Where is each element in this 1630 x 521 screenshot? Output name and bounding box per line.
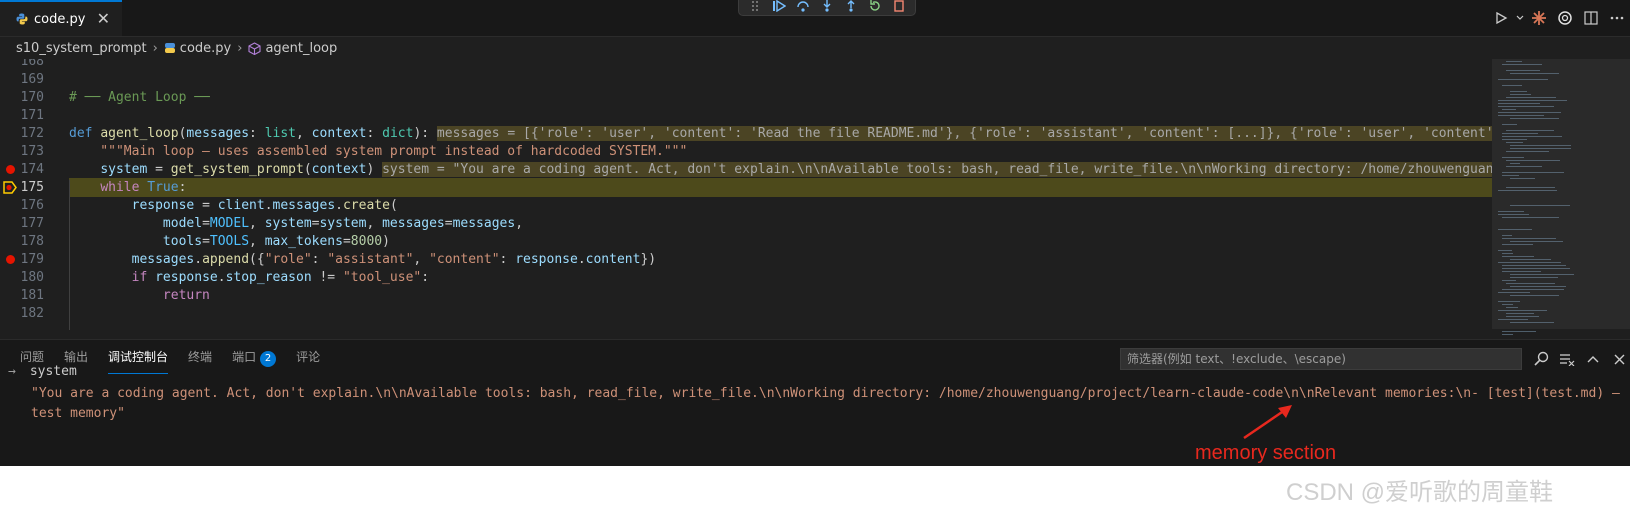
breadcrumb: s10_system_prompt › code.py › agent_loop <box>0 37 1630 59</box>
step-out-icon[interactable] <box>839 0 863 15</box>
code-line-current: 175 while True: <box>0 178 1500 197</box>
close-panel-icon[interactable] <box>1606 348 1630 370</box>
line-number: 173 <box>20 144 44 159</box>
search-icon[interactable] <box>1528 348 1554 370</box>
breadcrumb-folder[interactable]: s10_system_prompt <box>16 41 147 56</box>
code-line: 177 model=MODEL, system=system, messages… <box>0 214 1500 233</box>
line-number: 176 <box>20 198 44 213</box>
debug-toolbar <box>738 0 916 16</box>
minimap-slider[interactable] <box>1492 59 1630 329</box>
stop-icon[interactable] <box>887 0 911 15</box>
line-number: 181 <box>20 288 44 303</box>
restart-icon[interactable] <box>863 0 887 15</box>
ports-count-badge: 2 <box>260 351 277 367</box>
code-line: 176 response = client.messages.create( <box>0 196 1500 215</box>
claude-icon[interactable] <box>1526 6 1552 30</box>
console-expression-row: → system <box>8 364 77 379</box>
console-expression: system <box>29 364 77 379</box>
editor-actions <box>1488 6 1630 30</box>
minimap-line <box>1502 334 1513 335</box>
chevron-right-icon: › <box>237 40 243 56</box>
python-file-icon <box>164 43 175 53</box>
line-number: 172 <box>20 126 44 141</box>
line-number: 182 <box>20 306 44 321</box>
line-number: 175 <box>20 180 44 195</box>
tab-terminal[interactable]: 终端 <box>188 340 212 374</box>
indent-guide <box>69 180 70 330</box>
tab-label: code.py <box>34 11 86 27</box>
inline-value-system: system = "You are a coding agent. Act, d… <box>382 162 1525 177</box>
minimap[interactable] <box>1492 59 1630 339</box>
python-file-icon <box>16 13 28 25</box>
step-over-icon[interactable] <box>791 0 815 15</box>
step-into-icon[interactable] <box>815 0 839 15</box>
current-line-highlight <box>69 178 1500 197</box>
line-number: 174 <box>20 162 44 177</box>
line-number: 171 <box>20 108 44 123</box>
breadcrumb-file[interactable]: code.py <box>180 41 231 56</box>
line-number: 170 <box>20 90 44 105</box>
bottom-panel: 问题 输出 调试控制台 终端 端口 2 评论 筛选器(例如 text、!exclu… <box>0 339 1630 466</box>
continue-icon[interactable] <box>767 0 791 15</box>
tab-debug-console[interactable]: 调试控制台 <box>108 340 169 374</box>
tab-ports-label: 端口 <box>232 350 257 364</box>
code-line: 179 messages.append({"role": "assistant"… <box>0 250 1500 269</box>
memory-section-annotation: memory section <box>1195 442 1337 464</box>
code-line: 169 <box>0 70 1500 89</box>
code-line: 180 if response.stop_reason != "tool_use… <box>0 268 1500 287</box>
split-editor-icon[interactable] <box>1578 6 1604 30</box>
line-number: 177 <box>20 216 44 231</box>
inline-value-messages: messages = [{'role': 'user', 'content': … <box>436 126 1541 141</box>
chevron-down-icon[interactable] <box>1514 6 1526 30</box>
method-cube-icon <box>248 41 261 55</box>
run-python-icon[interactable] <box>1488 6 1514 30</box>
breadcrumb-symbol[interactable]: agent_loop <box>265 41 337 56</box>
chevron-right-icon: › <box>152 40 158 56</box>
code-line: 172 def agent_loop(messages: list, contex… <box>0 124 1541 143</box>
csdn-watermark: CSDN @爱听歌的周童鞋 <box>1286 479 1554 506</box>
tab-comments[interactable]: 评论 <box>296 340 320 374</box>
code-line: 181 return <box>0 286 1500 305</box>
clear-console-icon[interactable] <box>1554 348 1580 370</box>
red-arrow-annotation <box>1243 405 1292 440</box>
tab-ports[interactable]: 端口 2 <box>232 340 277 374</box>
code-line: 171 <box>0 106 1500 125</box>
chatgpt-icon[interactable] <box>1552 6 1578 30</box>
line-number: 180 <box>20 270 44 285</box>
maximize-panel-icon[interactable] <box>1580 348 1606 370</box>
panel-actions <box>1528 348 1630 370</box>
chevron-right-icon: → <box>8 364 16 379</box>
line-number: 169 <box>20 72 44 87</box>
vscode-window: code.py ✕ s10_system_prompt › code.py › <box>0 0 1630 466</box>
code-line: 173 """Main loop — uses assembled system… <box>0 142 1500 161</box>
code-line: 170 # ── Agent Loop ── <box>0 88 1500 107</box>
close-tab-icon[interactable]: ✕ <box>97 11 110 27</box>
line-number: 178 <box>20 234 44 249</box>
code-line: 174 system = get_system_prompt(context) … <box>0 160 1525 179</box>
minimap-line <box>1502 331 1536 332</box>
drag-handle-icon[interactable] <box>743 0 767 15</box>
line-number: 179 <box>20 252 44 267</box>
editor-tab-code-py[interactable]: code.py ✕ <box>0 0 122 36</box>
code-line: 178 tools=TOOLS, max_tokens=8000) <box>0 232 1500 251</box>
code-editor[interactable]: 168 169 170 # ── Agent Loop ── 171 172 def… <box>0 59 1630 339</box>
more-actions-icon[interactable] <box>1604 6 1630 30</box>
code-line: 182 <box>0 304 1500 323</box>
tab-bar: code.py ✕ <box>0 0 1630 37</box>
console-output-value[interactable]: "You are a coding agent. Act, don't expl… <box>31 384 1630 424</box>
debug-console-filter-input[interactable]: 筛选器(例如 text、!exclude、\escape) <box>1120 348 1522 370</box>
